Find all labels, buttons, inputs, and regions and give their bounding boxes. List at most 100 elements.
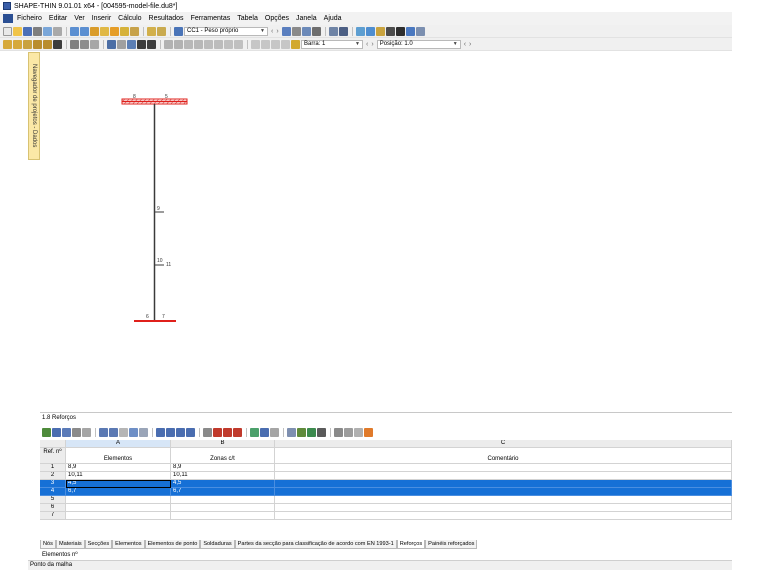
redo-icon[interactable] [80,26,89,36]
column-header-b[interactable]: B [171,440,275,448]
previous-loadcase-icon[interactable]: ‹ [271,28,273,35]
delete-row-icon[interactable] [109,427,118,437]
position-select[interactable]: Posição: 1.0 ▼ [376,39,461,49]
tab-elementos-de-ponto[interactable]: Elementos de ponto [144,540,201,549]
chart-icon[interactable] [311,26,321,36]
cell-zonas[interactable]: 4,5 [171,480,275,488]
tab-materiais[interactable]: Materiais [55,540,85,549]
color-picker-icon[interactable] [291,39,300,49]
column-settings-icon[interactable] [270,427,279,437]
zoom-graphic-icon[interactable] [287,427,296,437]
plugin-icon[interactable] [415,26,425,36]
percent-icon[interactable] [354,427,363,437]
menu-opcoes[interactable]: Opções [265,15,289,22]
view-axes-icon[interactable] [234,39,243,49]
new-file-icon[interactable] [3,26,12,36]
cell-elementos[interactable]: 8,9 [66,464,171,472]
loadcase-icon[interactable] [174,26,183,36]
support-icon[interactable] [33,39,42,49]
menu-inserir[interactable]: Inserir [92,15,111,22]
undo-icon[interactable] [70,26,79,36]
table-import-icon[interactable] [52,427,61,437]
cell-zonas[interactable]: 6,7 [171,488,275,496]
row-number[interactable]: 4 [40,488,66,496]
node-icon[interactable] [23,39,32,49]
cell-elementos[interactable]: 4,5 [66,480,171,488]
table-row[interactable]: 1 8,9 8,9 [40,464,732,472]
tab-partes-seccao[interactable]: Partes da secção para classificação de a… [234,540,397,549]
loadcase-select[interactable]: CC1 - Peso próprio ▼ [184,26,268,36]
view-top-icon[interactable] [204,39,213,49]
column-header-c[interactable]: C [275,440,732,448]
menu-ajuda[interactable]: Ajuda [324,15,342,22]
menu-ficheiro[interactable]: Ficheiro [17,15,42,22]
delete-icon[interactable] [385,26,395,36]
next-loadcase-icon[interactable]: › [276,28,278,35]
menu-janela[interactable]: Janela [296,15,317,22]
row-number[interactable]: 7 [40,512,66,520]
tab-elementos[interactable]: Elementos [112,540,145,549]
cell-zonas[interactable]: 8,9 [171,464,275,472]
view-back-icon[interactable] [174,39,183,49]
table-icon[interactable] [147,26,156,36]
search-icon[interactable] [100,26,109,36]
mirror-icon[interactable] [137,39,146,49]
cell-comentario[interactable] [275,472,732,480]
report-icon[interactable] [130,26,139,36]
menu-tabela[interactable]: Tabela [237,15,258,22]
help-icon[interactable] [405,26,415,36]
cut-icon[interactable] [223,427,232,437]
render-icon[interactable] [251,39,260,49]
settings-icon[interactable] [395,26,405,36]
menu-calculo[interactable]: Cálculo [118,15,141,22]
last-row-icon[interactable] [186,427,195,437]
guideline-icon[interactable] [90,39,99,49]
visibility-icon[interactable] [281,39,290,49]
cell-zonas[interactable] [171,504,275,512]
filter-icon[interactable] [271,39,280,49]
calculate-icon[interactable] [110,26,119,36]
sort-icon[interactable] [119,427,128,437]
next-bar-icon[interactable]: › [371,41,373,48]
cell-elementos[interactable]: 10,11 [66,472,171,480]
save-icon[interactable] [23,26,32,36]
cell-comentario[interactable] [275,504,732,512]
menu-ver[interactable]: Ver [74,15,85,22]
filter-rows-icon[interactable] [129,427,138,437]
comment-icon[interactable] [80,39,89,49]
menu-editar[interactable]: Editar [49,15,67,22]
row-number[interactable]: 2 [40,472,66,480]
tab-soldaduras[interactable]: Soldaduras [200,540,235,549]
view-iso-icon[interactable] [214,39,223,49]
menu-resultados[interactable]: Resultados [149,15,184,22]
display-icon[interactable] [291,26,301,36]
cell-comentario[interactable] [275,480,732,488]
export-icon[interactable] [53,26,62,36]
cell-elementos[interactable] [66,512,171,520]
table-row[interactable]: 7 [40,512,732,520]
bar-select[interactable]: Barra: 1 ▼ [301,39,363,49]
rotate-icon[interactable] [355,26,365,36]
select-icon[interactable] [3,39,12,49]
cell-zonas[interactable] [171,512,275,520]
view-left-icon[interactable] [184,39,193,49]
snap-icon[interactable] [127,39,136,49]
measure-icon[interactable] [117,39,126,49]
table-row[interactable]: 6 [40,504,732,512]
print-table-icon[interactable] [317,427,326,437]
table-row-selected[interactable]: 4 6,7 6,7 [40,488,732,496]
table-view-icon[interactable] [260,427,269,437]
tab-paineis-reforcados[interactable]: Painéis reforçados [425,540,478,549]
spreadsheet-icon[interactable] [307,427,316,437]
zoom-icon[interactable] [365,26,375,36]
cell-zonas[interactable]: 10,11 [171,472,275,480]
formula-icon[interactable] [334,427,343,437]
insert-row-icon[interactable] [99,427,108,437]
table-paste-icon[interactable] [72,427,81,437]
mesh-icon[interactable] [107,39,116,49]
row-number[interactable]: 6 [40,504,66,512]
cell-elementos[interactable] [66,504,171,512]
wireframe-icon[interactable] [261,39,270,49]
table-row[interactable]: 2 10,11 10,11 [40,472,732,480]
dimension-icon[interactable] [70,39,79,49]
